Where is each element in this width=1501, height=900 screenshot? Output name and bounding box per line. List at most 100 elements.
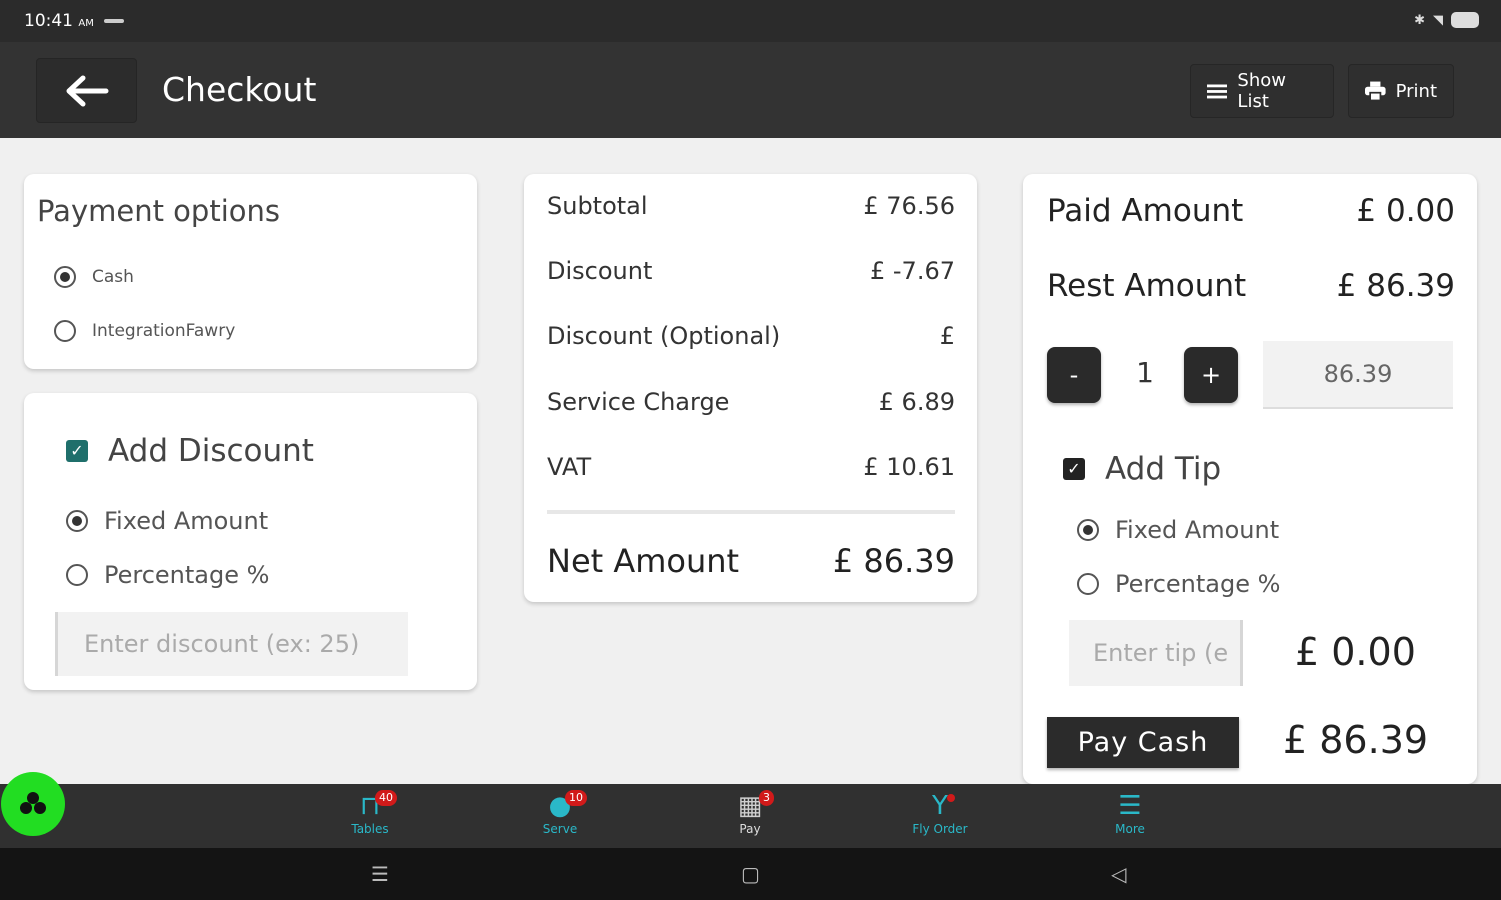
app-bar: Checkout Show List Print [0, 42, 1501, 138]
nav-label: Tables [351, 822, 389, 836]
summary-value: £ 76.56 [863, 192, 955, 220]
nav-label: Fly Order [912, 822, 968, 836]
checkbox-checked-icon[interactable]: ✓ [1063, 458, 1085, 480]
recents-icon[interactable]: ☰ [371, 862, 389, 886]
summary-label: Subtotal [547, 192, 648, 220]
nav-item-pay[interactable]: ▦ 3 Pay [705, 790, 795, 836]
discount-card: ✓ Add Discount Fixed Amount Percentage %… [24, 393, 477, 690]
floating-action-button[interactable] [1, 772, 65, 836]
decrement-button[interactable]: - [1047, 347, 1101, 403]
paid-amount-label: Paid Amount [1047, 193, 1244, 229]
tip-input[interactable]: Enter tip (e [1069, 620, 1243, 686]
discount-fixed-option[interactable]: Fixed Amount [66, 507, 268, 535]
show-list-button[interactable]: Show List [1190, 64, 1334, 118]
tip-input-placeholder: Enter tip (e [1093, 639, 1229, 667]
tip-amount-value: £ 0.00 [1295, 630, 1416, 674]
summary-label: Service Charge [547, 388, 730, 416]
checkbox-checked-icon[interactable]: ✓ [66, 440, 88, 462]
summary-divider [547, 510, 955, 514]
home-icon[interactable]: ▢ [741, 862, 760, 886]
payment-option-fawry[interactable]: IntegrationFawry [54, 320, 235, 342]
tip-percentage-option[interactable]: Percentage % [1077, 570, 1280, 598]
tip-option-label: Fixed Amount [1115, 516, 1280, 544]
payment-option-cash[interactable]: Cash [54, 266, 134, 288]
rest-amount-value: £ 86.39 [1336, 268, 1455, 304]
rest-amount-label: Rest Amount [1047, 268, 1247, 304]
radio-unselected-icon[interactable] [54, 320, 76, 342]
summary-row-vat: VAT £ 10.61 [547, 453, 955, 481]
summary-row-discount: Discount £ -7.67 [547, 257, 955, 285]
radio-selected-icon[interactable] [54, 266, 76, 288]
discount-input-placeholder: Enter discount (ex: 25) [84, 630, 360, 658]
quantity-value: 1 [1136, 356, 1154, 389]
radio-selected-icon[interactable] [1077, 519, 1099, 541]
add-tip-toggle[interactable]: ✓ Add Tip [1063, 451, 1221, 487]
summary-label: Discount [547, 257, 653, 285]
pay-icon: ▦ [737, 791, 763, 821]
print-button[interactable]: Print [1348, 64, 1454, 118]
serve-badge: 10 [565, 790, 587, 806]
add-tip-label: Add Tip [1105, 451, 1222, 487]
system-status-icons: ✱ ◥ [1414, 12, 1479, 28]
discount-input[interactable]: Enter discount (ex: 25) [55, 612, 408, 676]
tip-fixed-option[interactable]: Fixed Amount [1077, 516, 1279, 544]
page-title: Checkout [162, 70, 317, 109]
summary-value: £ 6.89 [878, 388, 955, 416]
radio-selected-icon[interactable] [66, 510, 88, 532]
bluetooth-icon: ✱ [1414, 12, 1425, 28]
amount-input[interactable]: 86.39 [1263, 341, 1453, 409]
nav-label: Pay [739, 822, 761, 836]
nav-item-fly-order[interactable]: Y Fly Order [895, 790, 985, 836]
radio-unselected-icon[interactable] [66, 564, 88, 586]
summary-value: £ 10.61 [863, 453, 955, 481]
tip-option-label: Percentage % [1115, 570, 1281, 598]
menu-icon: ☰ [1118, 791, 1142, 821]
summary-value: £ [939, 322, 955, 350]
printer-icon [1365, 81, 1386, 102]
nav-item-serve[interactable]: ● 10 Serve [515, 790, 605, 836]
rest-amount-row: Rest Amount £ 86.39 [1047, 268, 1455, 304]
show-list-label: Show List [1237, 70, 1286, 112]
pay-total-value: £ 86.39 [1283, 718, 1429, 762]
add-discount-toggle[interactable]: ✓ Add Discount [66, 433, 314, 469]
net-amount-row: Net Amount £ 86.39 [547, 542, 955, 580]
nav-label: Serve [542, 822, 578, 836]
nav-item-tables[interactable]: ⊓ 40 Tables [325, 790, 415, 836]
payment-options-card: Payment options Cash IntegrationFawry [24, 174, 477, 369]
discount-percentage-option[interactable]: Percentage % [66, 561, 269, 589]
net-amount-label: Net Amount [547, 542, 740, 580]
battery-icon [1451, 12, 1479, 28]
summary-row-subtotal: Subtotal £ 76.56 [547, 192, 955, 220]
print-label: Print [1395, 80, 1437, 102]
summary-row-discount-optional: Discount (Optional) £ [547, 322, 955, 350]
pay-cash-button[interactable]: Pay Cash [1047, 717, 1239, 768]
discount-option-label: Fixed Amount [104, 507, 269, 535]
fly-order-icon: Y [932, 791, 948, 821]
paid-amount-row: Paid Amount £ 0.00 [1047, 193, 1455, 229]
notification-icon [104, 19, 124, 23]
system-nav-bar: ☰ ▢ ◁ [0, 848, 1501, 900]
back-button[interactable] [36, 58, 137, 123]
radio-unselected-icon[interactable] [1077, 573, 1099, 595]
payment-card: Paid Amount £ 0.00 Rest Amount £ 86.39 -… [1023, 174, 1477, 784]
bottom-navigation: ⊓ 40 Tables ● 10 Serve ▦ 3 Pay Y Fly Ord… [0, 784, 1501, 848]
net-amount-value: £ 86.39 [832, 542, 955, 580]
status-bar: 10:41 AM ✱ ◥ [0, 0, 1501, 42]
status-time: 10:41 AM [24, 11, 94, 31]
payment-option-label: IntegrationFawry [92, 321, 236, 341]
back-arrow-icon [66, 75, 108, 106]
clover-icon [20, 792, 46, 814]
increment-button[interactable]: + [1184, 347, 1238, 403]
wifi-icon: ◥ [1433, 12, 1443, 28]
payment-options-title: Payment options [37, 194, 280, 228]
paid-amount-value: £ 0.00 [1356, 193, 1455, 229]
serve-icon: ● [548, 791, 572, 821]
fly-order-dot [947, 794, 955, 802]
nav-item-more[interactable]: ☰ More [1085, 790, 1175, 836]
nav-label: More [1115, 822, 1145, 836]
back-nav-icon[interactable]: ◁ [1111, 862, 1126, 886]
pay-badge: 3 [759, 790, 774, 806]
order-summary-card: Subtotal £ 76.56 Discount £ -7.67 Discou… [524, 174, 977, 602]
discount-option-label: Percentage % [104, 561, 270, 589]
tables-icon: ⊓ [359, 791, 381, 821]
